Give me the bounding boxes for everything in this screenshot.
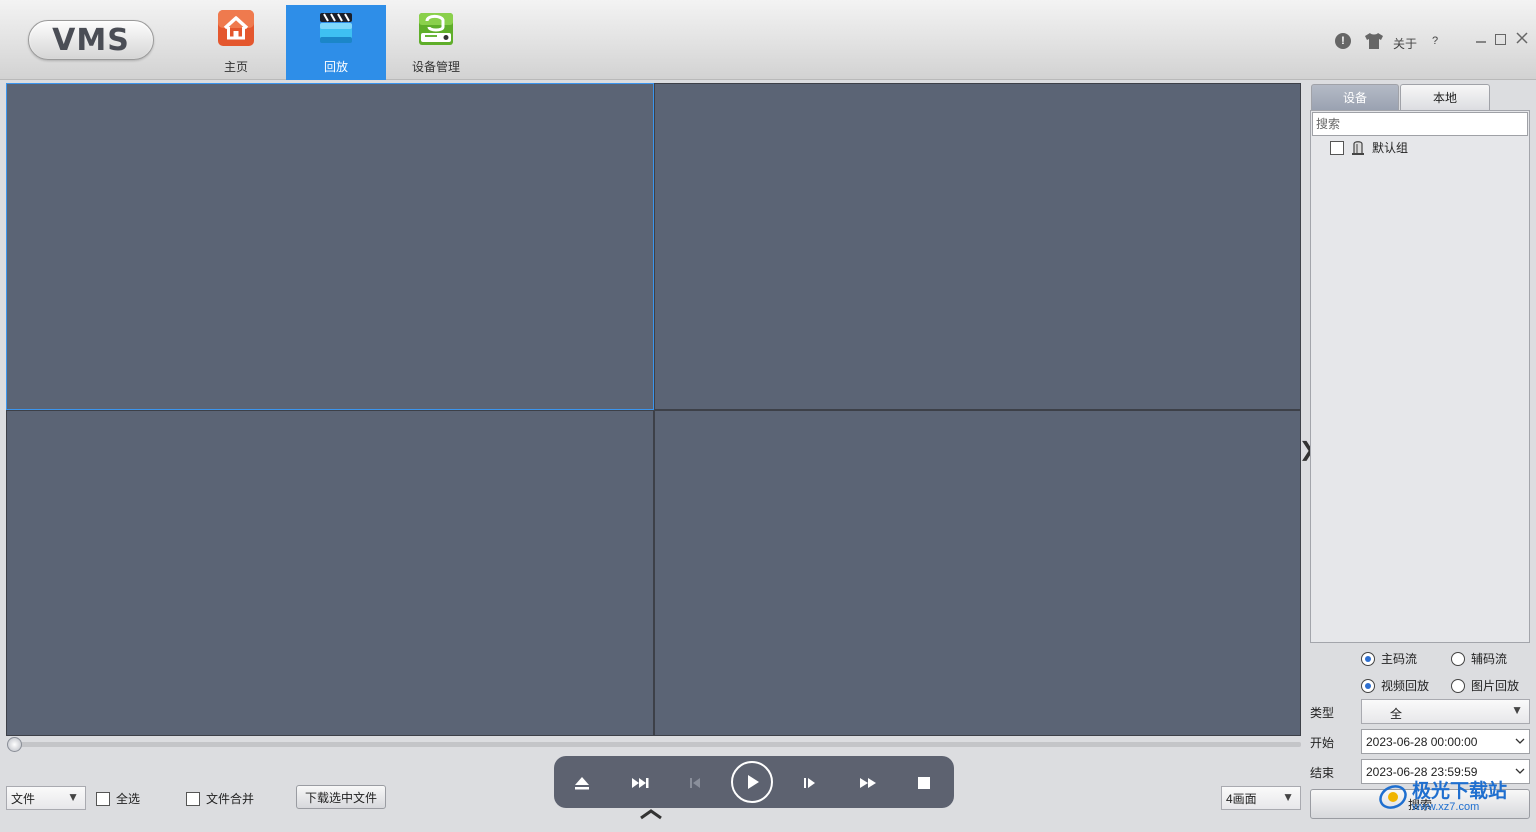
play-icon: [748, 775, 759, 789]
video-grid: [6, 83, 1301, 736]
video-pane-1[interactable]: [6, 83, 654, 410]
help-button[interactable]: ?: [1432, 35, 1438, 47]
dropdown-arrow-icon: ▼: [1282, 790, 1294, 804]
start-label: 开始: [1310, 736, 1335, 750]
merge-files-label: 文件合并: [206, 792, 255, 806]
tab-home[interactable]: 主页: [186, 5, 286, 80]
device-manager-icon: [419, 13, 453, 45]
about-link[interactable]: 关于: [1393, 35, 1417, 52]
timeline-slider-knob[interactable]: [7, 737, 22, 752]
download-selected-button[interactable]: 下载选中文件: [296, 785, 386, 809]
collapse-panel-chevron-icon[interactable]: ❯: [1299, 436, 1316, 464]
picture-playback-radio-dot[interactable]: [1451, 678, 1465, 693]
home-icon: [218, 10, 254, 46]
vms-logo: VMS: [28, 20, 154, 60]
select-all-checkbox-box[interactable]: [96, 791, 110, 806]
skip-end-icon[interactable]: [629, 772, 651, 794]
fast-forward-icon[interactable]: [857, 772, 879, 794]
video-pane-4[interactable]: [654, 410, 1301, 736]
tab-local[interactable]: 本地: [1400, 84, 1490, 110]
tab-device[interactable]: 设备: [1311, 84, 1399, 110]
tree-item-label: 默认组: [1372, 141, 1409, 155]
maximize-icon[interactable]: [1495, 34, 1506, 45]
device-search-input[interactable]: [1312, 112, 1528, 136]
close-icon[interactable]: [1515, 31, 1529, 45]
timeline-track[interactable]: [9, 742, 1301, 747]
sub-stream-radio-dot[interactable]: [1451, 651, 1465, 666]
start-datetime-picker[interactable]: 2023-06-28 00:00:00: [1361, 729, 1530, 754]
sub-stream-radio[interactable]: 辅码流: [1451, 650, 1507, 667]
step-back-icon[interactable]: [685, 772, 707, 794]
picture-playback-radio[interactable]: 图片回放: [1451, 677, 1519, 694]
step-forward-icon[interactable]: [799, 772, 821, 794]
tab-device-management[interactable]: 设备管理: [386, 5, 486, 80]
main-stream-radio[interactable]: 主码流: [1361, 650, 1417, 667]
stop-icon[interactable]: [913, 772, 935, 794]
file-type-select[interactable]: 文件 ▼: [6, 786, 86, 810]
tab-device-label: 设备管理: [411, 60, 460, 74]
screen-layout-select[interactable]: 4画面 ▼: [1221, 786, 1301, 810]
clapperboard-icon: [320, 13, 352, 43]
video-playback-label: 视频回放: [1381, 679, 1430, 693]
eject-icon[interactable]: [571, 772, 593, 794]
start-datetime-value: 2023-06-28 00:00:00: [1366, 734, 1478, 749]
chevron-down-icon: [1515, 768, 1525, 774]
tree-item-default-group[interactable]: 默认组: [1330, 139, 1408, 156]
tab-playback[interactable]: 回放: [286, 5, 386, 80]
record-type-value: 全: [1390, 707, 1403, 721]
playback-control-bar: [554, 756, 954, 808]
minimize-icon[interactable]: [1474, 32, 1488, 46]
main-stream-radio-dot[interactable]: [1361, 651, 1375, 666]
expand-chevron-up-icon[interactable]: [638, 806, 664, 822]
sub-stream-label: 辅码流: [1471, 652, 1508, 666]
tab-home-label: 主页: [223, 60, 248, 74]
dropdown-arrow-icon: ▼: [67, 790, 79, 804]
chevron-down-icon: [1515, 738, 1525, 744]
video-playback-radio[interactable]: 视频回放: [1361, 677, 1429, 694]
select-all-checkbox[interactable]: 全选: [96, 790, 140, 807]
merge-files-checkbox[interactable]: 文件合并: [186, 790, 254, 807]
end-label: 结束: [1310, 766, 1335, 780]
tree-item-checkbox[interactable]: [1330, 140, 1344, 155]
file-type-select-value: 文件: [11, 791, 36, 806]
video-pane-3[interactable]: [6, 410, 654, 736]
play-button[interactable]: [731, 761, 773, 803]
search-button[interactable]: 搜索: [1310, 789, 1530, 819]
video-pane-2[interactable]: [654, 83, 1301, 410]
record-type-select[interactable]: 全 ▼: [1361, 699, 1530, 724]
video-playback-radio-dot[interactable]: [1361, 678, 1375, 693]
camera-group-icon: [1352, 140, 1364, 155]
end-datetime-picker[interactable]: 2023-06-28 23:59:59: [1361, 759, 1530, 784]
dropdown-arrow-icon: ▼: [1511, 703, 1523, 717]
type-label: 类型: [1310, 706, 1335, 720]
skin-shirt-icon[interactable]: [1364, 32, 1384, 50]
device-tree-panel: [1310, 110, 1530, 643]
title-bar: VMS 主页 回放 设备管理 ! 关于 ?: [0, 0, 1536, 80]
select-all-label: 全选: [116, 792, 141, 806]
tab-playback-label: 回放: [323, 60, 348, 74]
merge-files-checkbox-box[interactable]: [186, 791, 200, 806]
screen-layout-value: 4画面: [1226, 791, 1257, 806]
picture-playback-label: 图片回放: [1471, 679, 1520, 693]
end-datetime-value: 2023-06-28 23:59:59: [1366, 764, 1478, 779]
info-icon[interactable]: !: [1335, 33, 1351, 49]
main-stream-label: 主码流: [1381, 652, 1418, 666]
